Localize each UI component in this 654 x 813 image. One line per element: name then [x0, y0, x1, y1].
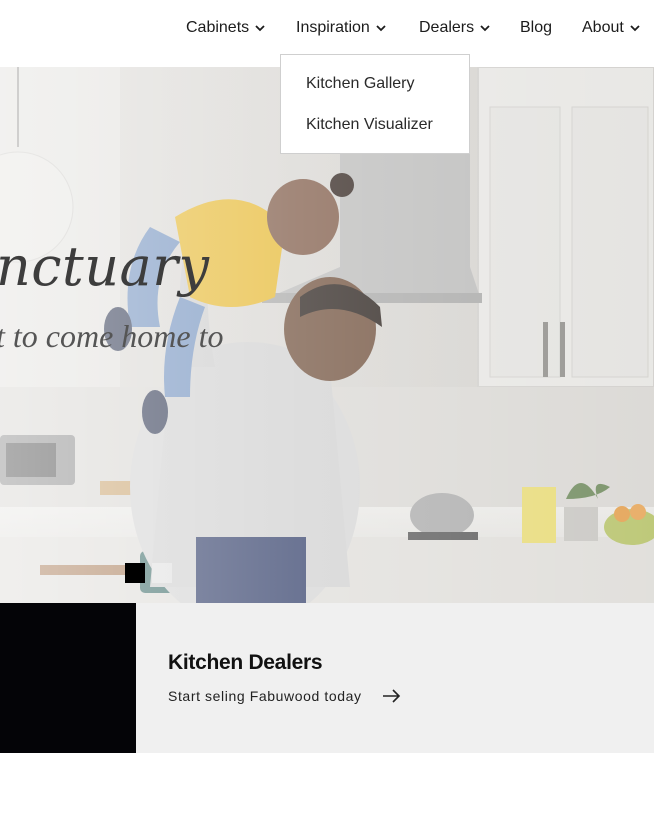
- nav-item-label: Cabinets: [186, 19, 250, 36]
- nav-item-about[interactable]: About: [582, 17, 641, 39]
- promo-link[interactable]: Start seling Fabuwood today: [168, 688, 402, 704]
- main-nav: Cabinets Inspiration Dealers Blog About: [0, 0, 654, 55]
- nav-item-inspiration[interactable]: Inspiration: [296, 17, 387, 39]
- dropdown-item-kitchen-gallery[interactable]: Kitchen Gallery: [306, 73, 415, 95]
- dropdown-item-kitchen-visualizer[interactable]: Kitchen Visualizer: [306, 114, 433, 136]
- slide-dot-1[interactable]: [125, 563, 145, 583]
- promo-image-block: [0, 603, 136, 753]
- chevron-down-icon: [479, 22, 491, 34]
- chevron-down-icon: [375, 22, 387, 34]
- nav-item-cabinets[interactable]: Cabinets: [186, 17, 266, 39]
- chevron-down-icon: [629, 22, 641, 34]
- nav-item-label: Dealers: [419, 19, 475, 36]
- hero-title: nctuary: [0, 235, 210, 298]
- chevron-down-icon: [254, 22, 266, 34]
- promo-title: Kitchen Dealers: [168, 651, 323, 674]
- dealers-promo: Kitchen Dealers Start seling Fabuwood to…: [0, 603, 654, 753]
- arrow-right-icon: [382, 689, 402, 703]
- nav-item-blog[interactable]: Blog: [520, 17, 552, 39]
- slide-dot-2[interactable]: [152, 563, 172, 583]
- nav-item-label: Blog: [520, 19, 553, 36]
- hero-subtitle: t to come home to: [0, 318, 224, 354]
- promo-link-label: Start seling Fabuwood today: [168, 688, 362, 704]
- nav-item-label: About: [582, 19, 624, 36]
- nav-item-dealers[interactable]: Dealers: [419, 17, 491, 39]
- nav-item-label: Inspiration: [296, 19, 370, 36]
- inspiration-dropdown-menu: Kitchen Gallery Kitchen Visualizer: [280, 54, 470, 154]
